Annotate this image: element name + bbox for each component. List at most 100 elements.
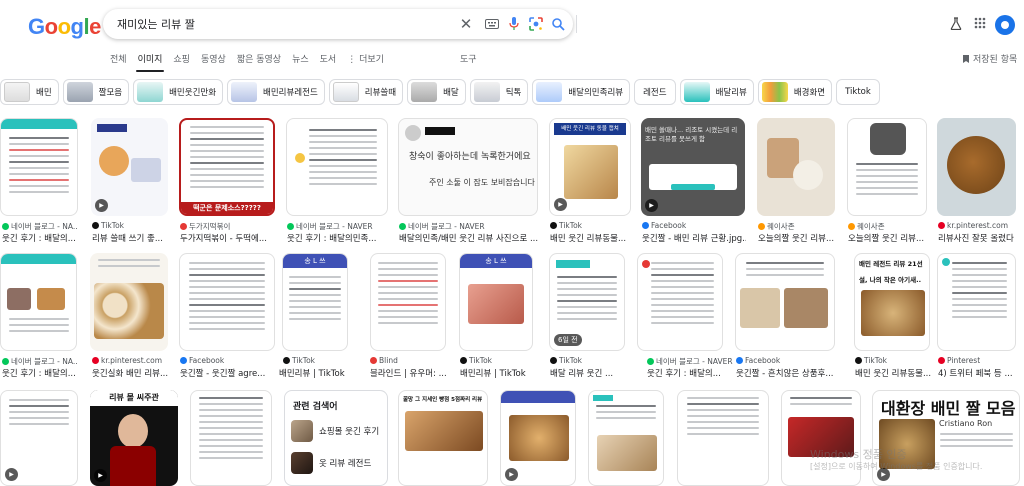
search-icon[interactable]: [549, 15, 567, 33]
mic-icon[interactable]: [505, 15, 523, 33]
search-input[interactable]: 재미있는 리뷰 짤: [117, 16, 195, 32]
chip-review-writing[interactable]: 리뷰쓸때: [328, 79, 404, 105]
result-title[interactable]: 블라인드 | 유우머: ...: [370, 367, 450, 379]
chip-wallpaper[interactable]: 배경화면: [757, 79, 833, 105]
result-title[interactable]: 리뷰사진 잘못 올렸다: [938, 232, 1017, 244]
result-image[interactable]: 리뷰 몰 씨주관 ▶: [90, 390, 178, 486]
result-title[interactable]: 리뷰 쓸때 쓰기 좋...: [92, 232, 168, 244]
result-title[interactable]: 오늘의짤 웃긴 리뷰...: [848, 232, 928, 244]
result-image[interactable]: 송 L 쓰: [459, 253, 533, 351]
result-image[interactable]: 떡군은 문제소스?????: [179, 118, 275, 216]
result-source[interactable]: kr.pinterest.com: [938, 221, 1017, 230]
result-image[interactable]: [937, 118, 1016, 216]
result-title[interactable]: 4) 트위터 페북 등 ...: [938, 367, 1017, 379]
result-title[interactable]: 두가지떡볶이 - 두떡에...: [180, 232, 276, 244]
result-title[interactable]: 배달의민족/배민 웃긴 리뷰 사진으로 ...: [399, 232, 539, 244]
result-source[interactable]: Facebook: [180, 356, 276, 365]
result-image[interactable]: 배민 쓸때나... 리조토 시켰는데 리조토 리뷰를 못쓰게 함 ▶: [641, 118, 745, 216]
result-image[interactable]: [757, 118, 835, 216]
result-source[interactable]: 네이버 블로그 - NAVER: [287, 221, 389, 232]
google-logo[interactable]: Google: [28, 14, 101, 40]
related-search-item[interactable]: 옷 리뷰 레전드: [291, 451, 383, 475]
result-image[interactable]: 배민 웃긴 리뷰 동물 캡쳐 ▶: [549, 118, 631, 216]
result-image[interactable]: 창숙이 좋아하는데 녹록한거에요 주인 소둘 이 잠도 보비잡습니다: [398, 118, 538, 216]
result-image[interactable]: [0, 253, 77, 351]
result-source[interactable]: TikTok: [283, 356, 353, 365]
result-source[interactable]: TikTok: [550, 221, 632, 230]
result-source[interactable]: TikTok: [92, 221, 168, 230]
result-title[interactable]: 웃긴 후기 : 배달의...: [2, 367, 78, 379]
result-image[interactable]: 6일 전: [549, 253, 625, 351]
result-title[interactable]: 오늘의짤 웃긴 리뷰...: [758, 232, 836, 244]
chip-baemin-comic[interactable]: 배민웃긴만화: [133, 79, 224, 105]
result-source[interactable]: Facebook: [736, 356, 836, 365]
result-source[interactable]: 네이버 블로그 - NA...: [2, 221, 78, 232]
tab-more[interactable]: ⋮ 더보기: [347, 52, 384, 70]
result-title[interactable]: 웃긴 후기 : 배달의...: [2, 232, 78, 244]
chip-baemin-review-legend[interactable]: 배민리뷰레전드: [227, 79, 325, 105]
chip-legend[interactable]: 레전드: [634, 79, 676, 105]
result-source[interactable]: TikTok: [550, 356, 626, 365]
result-source[interactable]: 퀘이사존: [758, 221, 836, 232]
result-title[interactable]: 웃긴짤 - 웃긴짤 agre...: [180, 367, 276, 379]
chip-delivery[interactable]: 배달: [407, 79, 466, 105]
result-title[interactable]: 웃긴실화 배민 리뷰...: [92, 367, 168, 379]
result-image[interactable]: 꿀망 그 지세인 빵점 5점짜리 리뷰: [398, 390, 488, 486]
result-image[interactable]: ▶: [500, 390, 576, 486]
tab-short-videos[interactable]: 짧은 동영상: [237, 52, 281, 70]
result-image[interactable]: [286, 118, 388, 216]
tab-shopping[interactable]: 쇼핑: [173, 52, 190, 70]
result-source[interactable]: 퀘이사존: [848, 221, 928, 232]
result-source[interactable]: Facebook: [642, 221, 746, 230]
chip-delivery-review[interactable]: 배달리뷰: [679, 79, 754, 105]
result-image[interactable]: [190, 390, 272, 486]
apps-grid-icon[interactable]: [972, 15, 988, 31]
result-image[interactable]: [179, 253, 275, 351]
chip-baemin[interactable]: 배민: [0, 79, 59, 105]
result-source[interactable]: 네이버 블로그 - NA...: [2, 356, 78, 367]
result-title[interactable]: 웃긴짤 - 배민 리뷰 근황.jpg...: [642, 232, 746, 244]
result-source[interactable]: kr.pinterest.com: [92, 356, 168, 365]
tab-videos[interactable]: 동영상: [201, 52, 226, 70]
tab-images[interactable]: 이미지: [135, 52, 165, 72]
chip-tiktok[interactable]: Tiktok: [836, 79, 880, 105]
account-avatar[interactable]: [995, 15, 1015, 35]
result-title[interactable]: 배달 리뷰 웃긴 ...: [550, 367, 626, 379]
related-search-item[interactable]: 쇼핑몰 웃긴 후기: [291, 419, 383, 443]
result-title[interactable]: 배민 웃긴 리뷰동물...: [550, 232, 632, 244]
result-title[interactable]: 배민 웃긴 리뷰동물...: [855, 367, 931, 379]
result-image[interactable]: 배민 레전드 리뷰 21선 설, 나의 작은 아기새..: [854, 253, 930, 351]
result-source[interactable]: 네이버 블로그 - NAVER: [647, 356, 733, 367]
result-source[interactable]: 두가지떡볶이: [180, 221, 276, 232]
tab-all[interactable]: 전체: [110, 52, 127, 70]
labs-icon[interactable]: [948, 15, 964, 31]
result-image[interactable]: [847, 118, 927, 216]
result-image[interactable]: [0, 118, 78, 216]
result-title[interactable]: 웃긴 후기 : 배달의민족...: [287, 232, 389, 244]
tab-news[interactable]: 뉴스: [292, 52, 309, 70]
result-image[interactable]: [677, 390, 769, 486]
result-image[interactable]: [735, 253, 835, 351]
result-image[interactable]: 송 L 쓰: [282, 253, 348, 351]
tools-button[interactable]: 도구: [460, 52, 477, 65]
result-title[interactable]: 배민리뷰 | TikTok: [279, 367, 355, 379]
result-source[interactable]: Blind: [370, 356, 450, 365]
result-title[interactable]: 웃긴 후기 : 배달의...: [647, 367, 733, 379]
result-image[interactable]: ▶: [91, 118, 168, 216]
result-image[interactable]: [370, 253, 446, 351]
result-image[interactable]: [588, 390, 664, 486]
lens-icon[interactable]: [527, 15, 545, 33]
result-image[interactable]: [937, 253, 1016, 351]
chip-jjal-collection[interactable]: 짤모음: [62, 79, 130, 105]
result-source[interactable]: Pinterest: [938, 356, 1017, 365]
result-image[interactable]: ▶: [0, 390, 78, 486]
chip-tiktok-kr[interactable]: 틱톡: [469, 79, 529, 105]
search-box[interactable]: 재미있는 리뷰 짤 ✕: [103, 9, 577, 39]
result-title[interactable]: 배민리뷰 | TikTok: [460, 367, 536, 379]
clear-icon[interactable]: ✕: [457, 15, 475, 33]
result-title[interactable]: 웃긴짤 - 흔치않은 상품후...: [736, 367, 836, 379]
result-source[interactable]: 네이버 블로그 - NAVER: [399, 221, 539, 232]
result-image[interactable]: [90, 253, 168, 351]
keyboard-icon[interactable]: [483, 15, 501, 33]
result-source[interactable]: TikTok: [460, 356, 536, 365]
